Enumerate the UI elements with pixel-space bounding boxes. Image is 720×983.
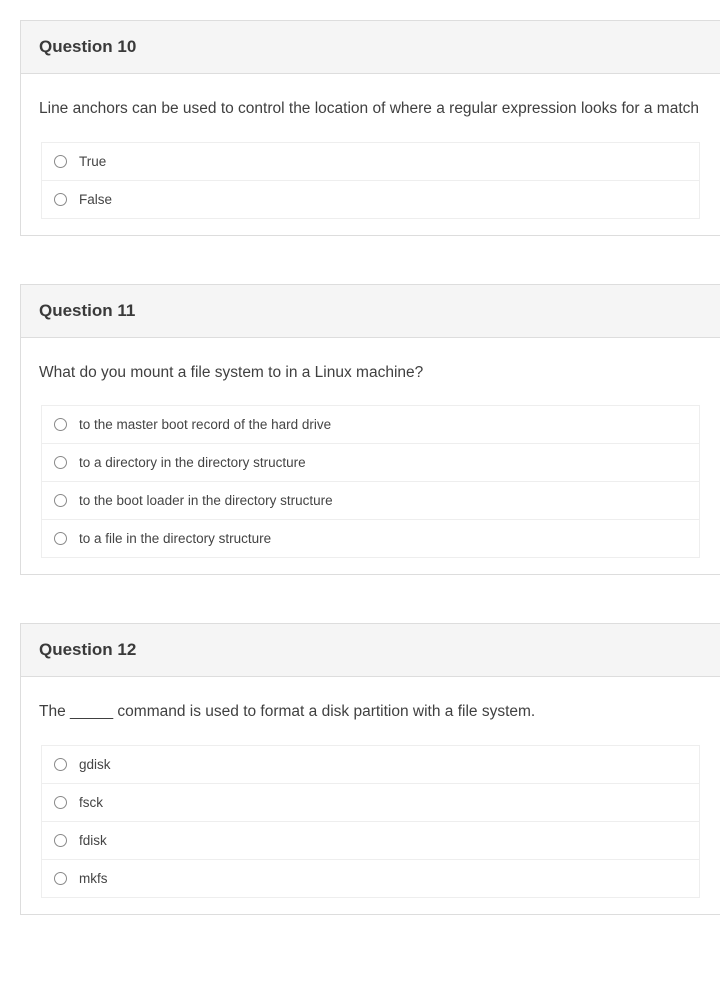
option-label: gdisk <box>79 757 111 772</box>
option-row[interactable]: to a directory in the directory structur… <box>42 444 699 482</box>
question-prompt: The _____ command is used to format a di… <box>39 701 702 723</box>
radio-icon[interactable] <box>54 494 67 507</box>
question-body: Line anchors can be used to control the … <box>21 74 720 235</box>
question-title: Question 11 <box>39 301 135 320</box>
option-row[interactable]: fsck <box>42 784 699 822</box>
radio-icon[interactable] <box>54 155 67 168</box>
options-list: to the master boot record of the hard dr… <box>41 405 700 558</box>
question-header: Question 12 <box>21 624 720 677</box>
question-prompt: Line anchors can be used to control the … <box>39 98 702 120</box>
option-row[interactable]: True <box>42 143 699 181</box>
option-row[interactable]: to the boot loader in the directory stru… <box>42 482 699 520</box>
option-label: to the master boot record of the hard dr… <box>79 417 331 432</box>
options-list: gdisk fsck fdisk mkfs <box>41 745 700 898</box>
radio-icon[interactable] <box>54 456 67 469</box>
question-card: Question 10 Line anchors can be used to … <box>20 20 720 236</box>
radio-icon[interactable] <box>54 834 67 847</box>
option-label: mkfs <box>79 871 108 886</box>
radio-icon[interactable] <box>54 758 67 771</box>
option-row[interactable]: gdisk <box>42 746 699 784</box>
question-title: Question 12 <box>39 640 136 659</box>
options-list: True False <box>41 142 700 219</box>
question-card: Question 12 The _____ command is used to… <box>20 623 720 915</box>
option-row[interactable]: to the master boot record of the hard dr… <box>42 406 699 444</box>
radio-icon[interactable] <box>54 532 67 545</box>
question-header: Question 11 <box>21 285 720 338</box>
option-label: to the boot loader in the directory stru… <box>79 493 333 508</box>
option-row[interactable]: False <box>42 181 699 219</box>
radio-icon[interactable] <box>54 872 67 885</box>
radio-icon[interactable] <box>54 796 67 809</box>
option-label: True <box>79 154 106 169</box>
option-label: fsck <box>79 795 103 810</box>
option-row[interactable]: to a file in the directory structure <box>42 520 699 558</box>
question-title: Question 10 <box>39 37 136 56</box>
option-label: fdisk <box>79 833 107 848</box>
option-label: False <box>79 192 112 207</box>
question-body: What do you mount a file system to in a … <box>21 338 720 575</box>
question-body: The _____ command is used to format a di… <box>21 677 720 914</box>
option-row[interactable]: mkfs <box>42 860 699 898</box>
option-row[interactable]: fdisk <box>42 822 699 860</box>
radio-icon[interactable] <box>54 193 67 206</box>
question-prompt: What do you mount a file system to in a … <box>39 362 702 384</box>
question-header: Question 10 <box>21 21 720 74</box>
option-label: to a directory in the directory structur… <box>79 455 306 470</box>
option-label: to a file in the directory structure <box>79 531 271 546</box>
radio-icon[interactable] <box>54 418 67 431</box>
question-card: Question 11 What do you mount a file sys… <box>20 284 720 576</box>
